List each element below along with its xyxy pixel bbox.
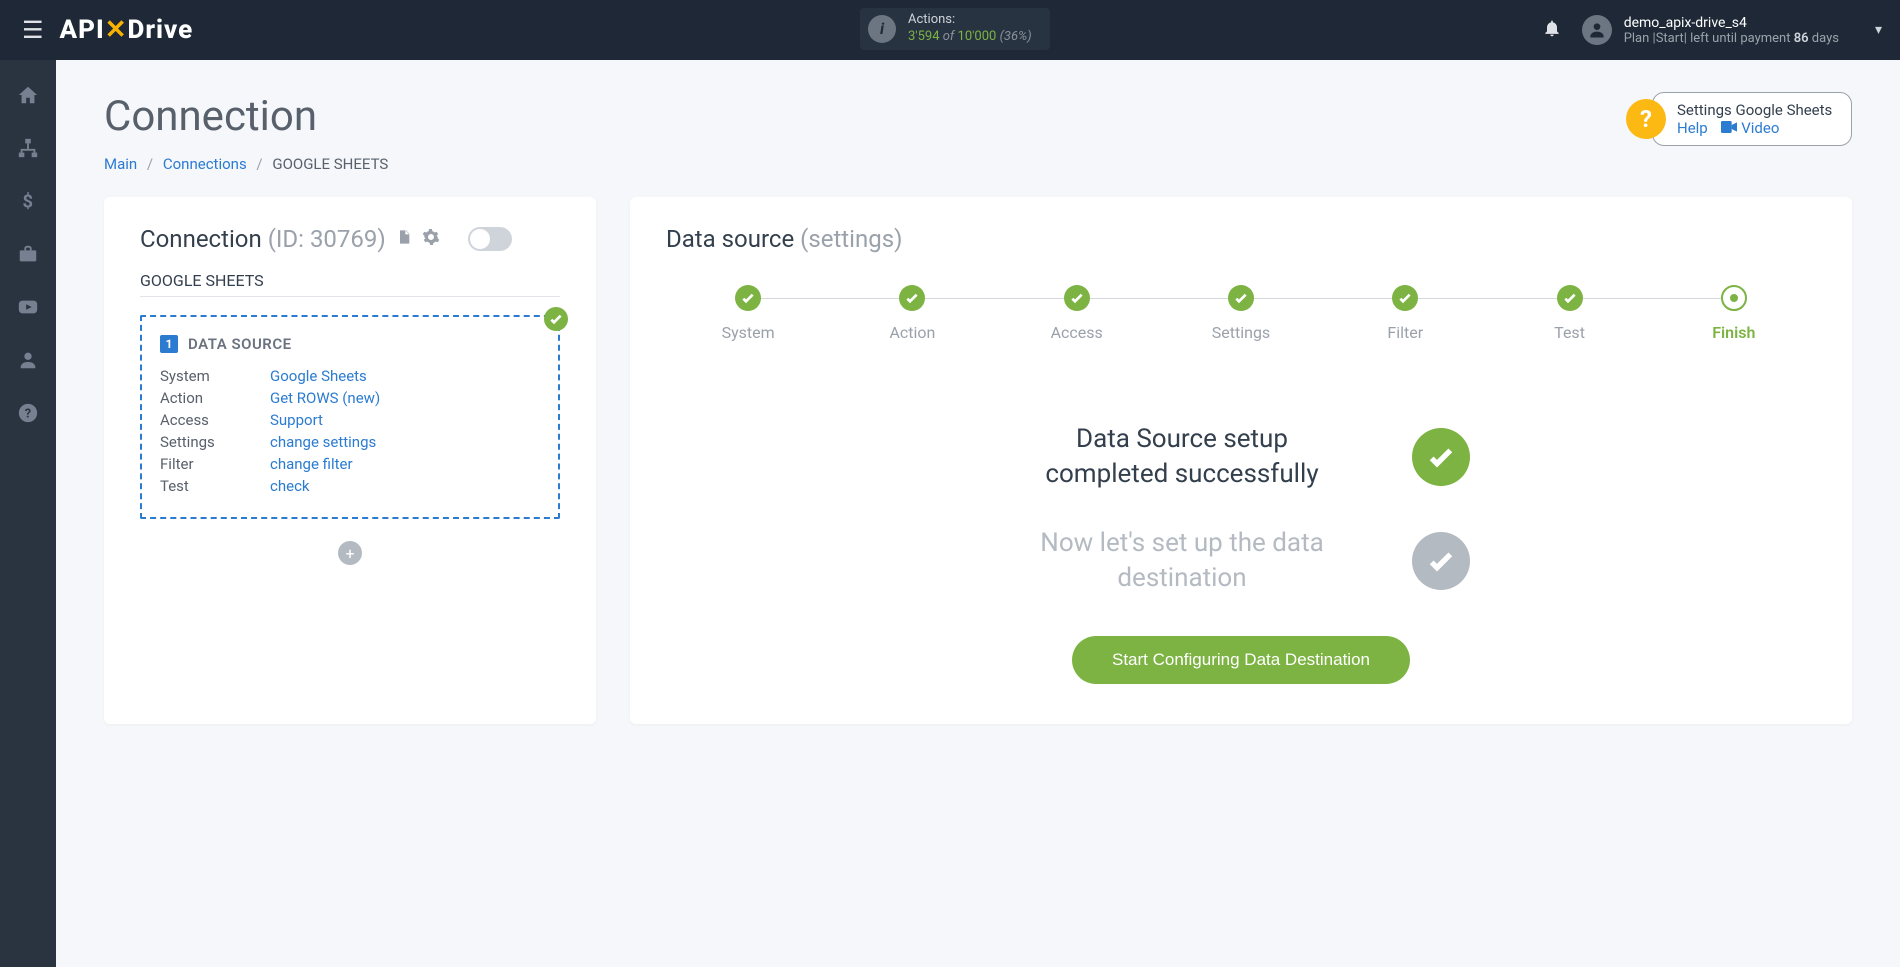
ds-label: System — [160, 367, 270, 385]
ds-value-link[interactable]: change settings — [270, 433, 376, 451]
document-icon[interactable] — [396, 228, 412, 251]
sidebar-help-icon[interactable]: ? — [17, 402, 39, 429]
avatar-icon — [1582, 15, 1612, 45]
step-circle-done — [1392, 285, 1418, 311]
step[interactable]: Test — [1487, 285, 1651, 342]
step-circle-done — [899, 285, 925, 311]
help-box: ? Settings Google Sheets Help Video — [1626, 92, 1852, 146]
step[interactable]: Access — [995, 285, 1159, 342]
hamburger-icon[interactable]: ☰ — [14, 8, 52, 52]
step[interactable]: Action — [830, 285, 994, 342]
ds-value-link[interactable]: check — [270, 477, 310, 495]
sidebar: $ ? — [0, 60, 56, 967]
breadcrumb: Main / Connections / GOOGLE SHEETS — [104, 155, 1852, 173]
help-link[interactable]: Help — [1677, 119, 1708, 137]
video-icon — [1721, 119, 1741, 137]
ds-label: Test — [160, 477, 270, 495]
sidebar-youtube-icon[interactable] — [17, 296, 39, 323]
svg-text:$: $ — [23, 191, 34, 212]
status-row-next: Now let's set up the data destination — [666, 526, 1816, 596]
ds-label: Action — [160, 389, 270, 407]
ds-value-link[interactable]: Google Sheets — [270, 367, 367, 385]
step-circle-done — [1228, 285, 1254, 311]
status-success-text: Data Source setup completed successfully — [1012, 422, 1352, 492]
ds-row: ActionGet ROWS (new) — [160, 389, 540, 407]
ds-number: 1 — [160, 335, 178, 353]
actions-text: Actions: 3'594 of 10'000 (36%) — [908, 12, 1032, 46]
ds-label: Access — [160, 411, 270, 429]
ds-label: Filter — [160, 455, 270, 473]
step[interactable]: Filter — [1323, 285, 1487, 342]
step-circle-done — [735, 285, 761, 311]
connection-toggle[interactable] — [468, 227, 512, 251]
step-label: Filter — [1387, 323, 1423, 342]
step-circle-current — [1721, 285, 1747, 311]
step-label: Access — [1051, 323, 1103, 342]
topbar-right: demo_apix-drive_s4 Plan |Start| left unt… — [1542, 15, 1882, 46]
check-circle-icon — [1412, 428, 1470, 486]
panel-title: Data source (settings) — [666, 225, 1816, 253]
step[interactable]: System — [666, 285, 830, 342]
connection-panel: Connection (ID: 30769) GOOGLE SHEETS — [104, 197, 596, 724]
info-icon: i — [868, 15, 896, 43]
logo[interactable]: API✕Drive — [60, 15, 194, 45]
data-source-card[interactable]: 1 DATA SOURCE SystemGoogle SheetsActionG… — [140, 315, 560, 519]
step-circle-done — [1064, 285, 1090, 311]
add-button[interactable]: + — [338, 541, 362, 565]
svg-text:?: ? — [25, 407, 31, 422]
breadcrumb-connections[interactable]: Connections — [163, 155, 247, 173]
step[interactable]: Finish — [1652, 285, 1816, 342]
data-source-settings-panel: Data source (settings) System Action Acces… — [630, 197, 1852, 724]
breadcrumb-main[interactable]: Main — [104, 155, 137, 173]
step-circle-done — [1557, 285, 1583, 311]
main-content: ? Settings Google Sheets Help Video Conn… — [56, 60, 1900, 967]
gear-icon[interactable] — [422, 228, 440, 251]
connection-subtitle: GOOGLE SHEETS — [140, 271, 560, 297]
topbar: ☰ API✕Drive i Actions: 3'594 of 10'000 (… — [0, 0, 1900, 60]
ds-label: Settings — [160, 433, 270, 451]
ds-row: Settingschange settings — [160, 433, 540, 451]
start-configuring-button[interactable]: Start Configuring Data Destination — [1072, 636, 1410, 684]
video-link[interactable]: Video — [1741, 119, 1779, 137]
chevron-down-icon: ▾ — [1875, 22, 1882, 38]
breadcrumb-current: GOOGLE SHEETS — [272, 155, 388, 173]
help-circle-icon[interactable]: ? — [1626, 99, 1666, 139]
step-label: Finish — [1712, 323, 1755, 342]
ds-row: Testcheck — [160, 477, 540, 495]
step-label: Action — [889, 323, 935, 342]
step[interactable]: Settings — [1159, 285, 1323, 342]
sidebar-briefcase-icon[interactable] — [17, 243, 39, 270]
check-icon — [544, 307, 568, 331]
step-label: System — [722, 323, 775, 342]
status-row-success: Data Source setup completed successfully — [666, 422, 1816, 492]
ds-value-link[interactable]: Support — [270, 411, 323, 429]
ds-row: AccessSupport — [160, 411, 540, 429]
status-next-text: Now let's set up the data destination — [1012, 526, 1352, 596]
user-menu[interactable]: demo_apix-drive_s4 Plan |Start| left unt… — [1582, 15, 1882, 46]
ds-value-link[interactable]: change filter — [270, 455, 353, 473]
stepper: System Action Access Settings Filter Test Fini… — [666, 285, 1816, 342]
ds-row: Filterchange filter — [160, 455, 540, 473]
sidebar-home-icon[interactable] — [17, 84, 39, 111]
bell-icon[interactable] — [1542, 18, 1562, 43]
actions-pill[interactable]: i Actions: 3'594 of 10'000 (36%) — [860, 8, 1050, 50]
help-title: Settings Google Sheets — [1677, 101, 1833, 119]
step-label: Test — [1554, 323, 1585, 342]
page-title: Connection — [104, 92, 1852, 141]
sidebar-sitemap-icon[interactable] — [17, 137, 39, 164]
sidebar-dollar-icon[interactable]: $ — [17, 190, 39, 217]
check-circle-gray-icon — [1412, 532, 1470, 590]
connection-title: Connection (ID: 30769) — [140, 225, 386, 253]
user-info: demo_apix-drive_s4 Plan |Start| left unt… — [1624, 15, 1839, 46]
sidebar-user-icon[interactable] — [17, 349, 39, 376]
ds-title: DATA SOURCE — [188, 335, 292, 353]
ds-row: SystemGoogle Sheets — [160, 367, 540, 385]
help-content: Settings Google Sheets Help Video — [1652, 92, 1852, 146]
ds-value-link[interactable]: Get ROWS (new) — [270, 389, 380, 407]
step-label: Settings — [1212, 323, 1270, 342]
